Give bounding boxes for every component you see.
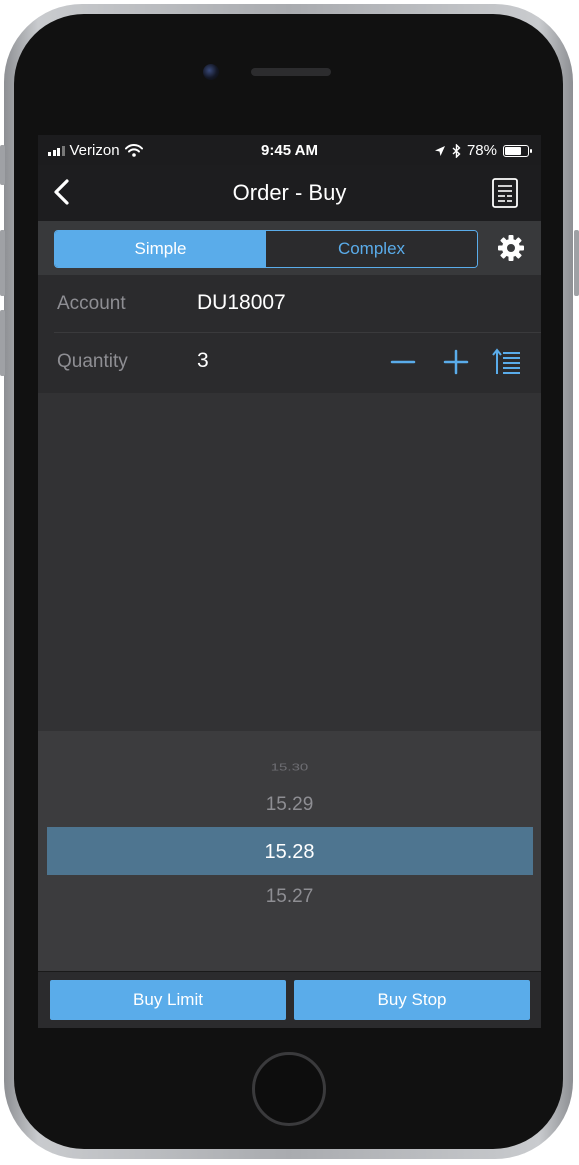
order-content-area bbox=[38, 393, 541, 731]
battery-percent: 78% bbox=[466, 142, 497, 159]
document-icon bbox=[492, 178, 518, 208]
quantity-value[interactable]: 3 bbox=[197, 349, 209, 373]
quantity-row: Quantity 3 bbox=[38, 333, 541, 393]
buy-limit-button[interactable]: Buy Limit bbox=[50, 980, 286, 1020]
gear-icon bbox=[498, 235, 524, 261]
sort-list-icon bbox=[492, 348, 520, 374]
tab-simple[interactable]: Simple bbox=[55, 231, 266, 267]
decrement-button[interactable] bbox=[387, 346, 419, 378]
home-button[interactable] bbox=[252, 1052, 326, 1126]
nav-bar: Order - Buy bbox=[38, 165, 541, 221]
battery-fill bbox=[505, 146, 521, 155]
minus-icon bbox=[390, 360, 416, 364]
tab-complex[interactable]: Complex bbox=[266, 231, 477, 267]
account-label: Account bbox=[57, 293, 126, 314]
account-value: DU18007 bbox=[197, 291, 286, 314]
status-bar: Verizon 9:45 AM 78% bbox=[38, 135, 541, 165]
quantity-list-button[interactable] bbox=[491, 346, 523, 378]
buy-stop-button[interactable]: Buy Stop bbox=[294, 980, 530, 1020]
power-button bbox=[574, 230, 579, 296]
quantity-label: Quantity bbox=[57, 351, 128, 372]
order-ticket-button[interactable] bbox=[491, 177, 519, 209]
location-arrow-icon bbox=[434, 145, 445, 156]
status-right: 78% bbox=[434, 142, 532, 159]
screen: Verizon 9:45 AM 78% Order - Buy Simple C… bbox=[38, 135, 541, 1028]
earpiece-speaker bbox=[251, 68, 331, 76]
volume-down-button bbox=[0, 310, 5, 376]
action-bar: Buy Limit Buy Stop bbox=[38, 971, 541, 1028]
settings-button[interactable] bbox=[497, 234, 525, 262]
picker-item[interactable]: 15.29 bbox=[38, 794, 541, 816]
mute-switch bbox=[0, 145, 5, 185]
picker-item[interactable]: 15.27 bbox=[38, 886, 541, 908]
order-type-row: Simple Complex bbox=[38, 221, 541, 275]
picker-item[interactable]: 15.30 bbox=[38, 762, 541, 774]
bluetooth-icon bbox=[452, 143, 461, 158]
order-type-segmented-control: Simple Complex bbox=[54, 230, 478, 268]
increment-button[interactable] bbox=[440, 346, 472, 378]
page-title: Order - Buy bbox=[232, 180, 347, 205]
price-picker[interactable]: 15.30 15.29 15.28 15.27 bbox=[38, 731, 541, 971]
account-row[interactable]: Account DU18007 bbox=[38, 275, 541, 333]
volume-up-button bbox=[0, 230, 5, 296]
battery-icon bbox=[503, 144, 532, 157]
front-camera bbox=[203, 64, 219, 80]
plus-icon bbox=[443, 349, 469, 375]
picker-selected-value[interactable]: 15.28 bbox=[38, 841, 541, 864]
